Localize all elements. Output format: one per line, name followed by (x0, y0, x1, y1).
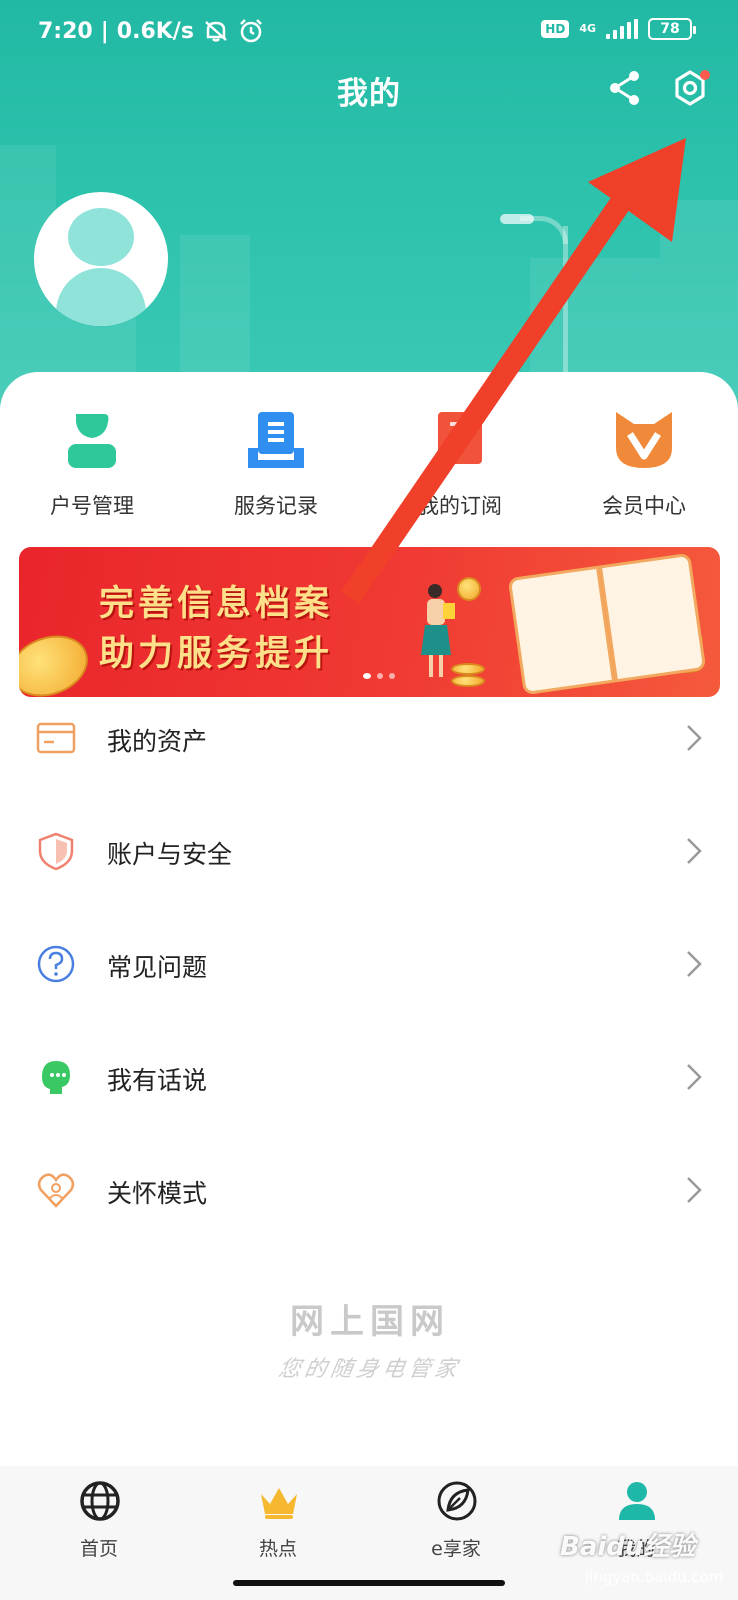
street-lamp-head-decor (500, 214, 534, 224)
quick-action-label: 会员中心 (602, 494, 686, 518)
settings-button[interactable] (668, 66, 712, 110)
quick-action-account-management[interactable]: 户号管理 (0, 408, 184, 518)
banner-pagination (363, 673, 395, 679)
share-button[interactable] (603, 66, 647, 110)
banner-dot (389, 673, 395, 679)
menu-item-label: 账户与安全 (107, 840, 233, 869)
avatar-head-shape (68, 208, 134, 266)
status-network-speed: 0.6K/s (116, 18, 194, 44)
coin-decor (457, 577, 481, 601)
subscription-icon (438, 412, 482, 464)
question-icon (37, 945, 75, 983)
quick-action-label: 户号管理 (50, 494, 134, 518)
share-icon (610, 71, 639, 105)
nav-label: 首页 (79, 1538, 118, 1560)
menu-item-my-assets[interactable]: 我的资产 (0, 684, 738, 797)
quick-actions: 户号管理 服务记录 我的订阅 会员中心 (0, 408, 738, 518)
avatar[interactable] (34, 192, 168, 326)
chevron-right-icon (687, 725, 702, 751)
banner-dot-active (363, 673, 371, 679)
promo-banner[interactable]: 完善信息档案 助力服务提升 (19, 547, 720, 697)
globe-icon (80, 1481, 120, 1521)
baidu-watermark-url: jingyan.baidu.com (585, 1568, 724, 1586)
chat-head-icon (42, 1061, 70, 1094)
card-icon (36, 722, 76, 754)
battery-icon: 78 (648, 18, 696, 40)
chevron-right-icon (687, 1177, 702, 1203)
menu-item-label: 我的资产 (107, 727, 208, 756)
heart-icon (37, 1173, 75, 1208)
person-illustration-icon (421, 584, 455, 677)
brand-logo: 网上国网 您的随身电管家 (240, 1294, 500, 1383)
status-divider: | (100, 18, 109, 44)
avatar-body-shape (56, 268, 146, 326)
home-indicator[interactable] (233, 1580, 505, 1586)
menu-item-label: 我有话说 (107, 1066, 208, 1095)
quick-action-label: 我的订阅 (418, 494, 502, 518)
service-record-icon (248, 412, 304, 468)
banner-dot (377, 673, 383, 679)
quick-action-label: 服务记录 (234, 494, 318, 518)
book-illustration-icon (507, 552, 707, 696)
status-bar: 7:20 | 0.6K/s HD 4G 78 (0, 0, 738, 64)
menu-item-feedback[interactable]: 我有话说 (0, 1023, 738, 1136)
battery-level: 78 (660, 21, 680, 37)
hd-badge: HD (541, 20, 570, 38)
quick-action-subscription[interactable]: 我的订阅 (368, 408, 552, 518)
alarm-clock-icon (240, 19, 262, 43)
nav-item-e-home[interactable]: e享家 (364, 1480, 548, 1570)
main-card: 户号管理 服务记录 我的订阅 会员中心 完善信息档案 助力服务提升 我的资产 账… (0, 372, 738, 1600)
member-center-icon (616, 412, 672, 468)
signal-strength-icon (606, 19, 638, 39)
chevron-right-icon (687, 838, 702, 864)
brand-slogan: 您的随身电管家 (276, 1357, 463, 1382)
menu-item-account-security[interactable]: 账户与安全 (0, 797, 738, 910)
nav-label: 热点 (258, 1538, 297, 1560)
quick-action-member-center[interactable]: 会员中心 (552, 408, 736, 518)
brand-title: 网上国网 (290, 1302, 450, 1342)
notification-dot (700, 70, 710, 80)
menu-item-label: 关怀模式 (107, 1179, 208, 1208)
nav-label: e享家 (431, 1538, 481, 1560)
leaf-icon (437, 1481, 477, 1521)
mute-bell-icon (205, 21, 227, 42)
quick-action-service-record[interactable]: 服务记录 (184, 408, 368, 518)
crown-icon (261, 1488, 297, 1519)
banner-subheadline: 助力服务提升 (99, 634, 334, 674)
menu-item-label: 常见问题 (107, 953, 208, 982)
shield-icon (38, 832, 74, 871)
banner-headline: 完善信息档案 (99, 584, 334, 624)
menu-list: 我的资产 账户与安全 常见问题 我有话说 关怀模式 (0, 684, 738, 1249)
chevron-right-icon (687, 1064, 702, 1090)
nav-item-hot[interactable]: 热点 (186, 1480, 370, 1570)
chevron-right-icon (687, 951, 702, 977)
status-time: 7:20 (38, 18, 93, 44)
account-number-icon (68, 414, 116, 468)
network-type: 4G (579, 22, 596, 35)
profile-icon (619, 1482, 655, 1520)
baidu-watermark: Baidu经验 (560, 1532, 696, 1562)
profile-header: 7:20 | 0.6K/s HD 4G 78 我的 (0, 0, 738, 420)
nav-item-home[interactable]: 首页 (7, 1480, 191, 1570)
menu-item-care-mode[interactable]: 关怀模式 (0, 1136, 738, 1249)
menu-item-faq[interactable]: 常见问题 (0, 910, 738, 1023)
